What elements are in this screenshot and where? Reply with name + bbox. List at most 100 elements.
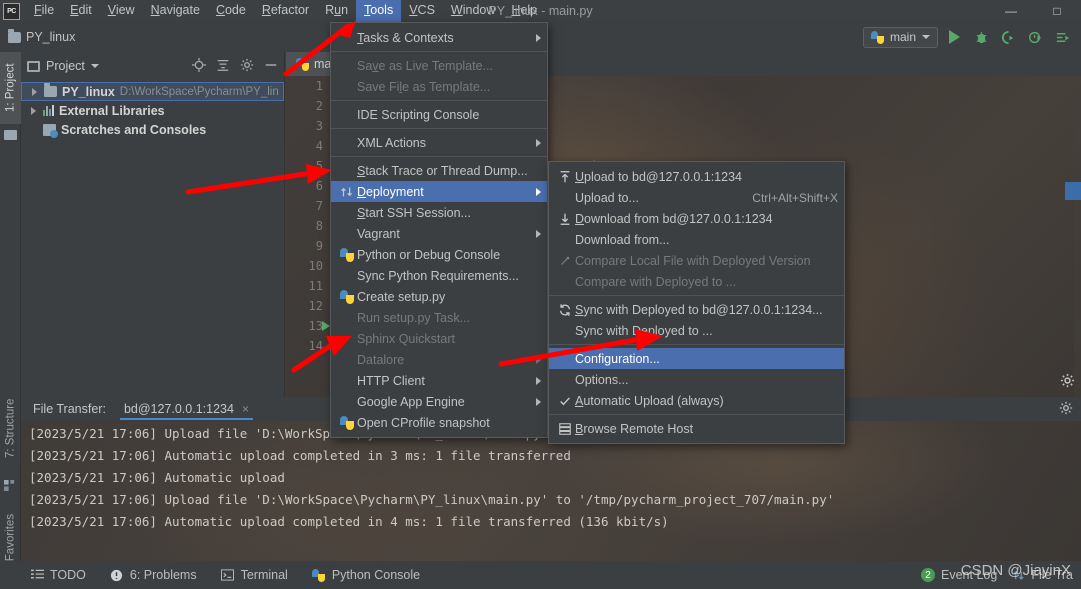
line-number: 8	[315, 219, 323, 233]
status-problems[interactable]: 6: Problems	[98, 568, 209, 582]
status-terminal[interactable]: Terminal	[209, 568, 300, 582]
menu-item-deployment[interactable]: Deployment	[331, 181, 547, 202]
remote-host-icon	[555, 422, 575, 436]
minimize-button[interactable]: —	[991, 0, 1031, 22]
deployment-submenu[interactable]: Upload to bd@127.0.0.1:1234 Upload to... C…	[548, 161, 845, 444]
menu-item-file[interactable]: File	[26, 0, 62, 22]
tree-node-scratches-and-consoles[interactable]: Scratches and Consoles	[21, 120, 284, 139]
menu-item-label: Tasks & Contexts	[357, 30, 454, 45]
menu-item-save-as-live-template: Save as Live Template...	[331, 55, 547, 76]
menu-item-view[interactable]: View	[100, 0, 143, 22]
python-setup-icon	[337, 289, 357, 304]
menu-item-sync-python-requirements[interactable]: Sync Python Requirements...	[331, 265, 547, 286]
debug-button[interactable]	[970, 26, 992, 48]
run-coverage-icon	[1001, 30, 1013, 44]
menu-item-sync-with-deployed-to[interactable]: Sync with Deployed to ...	[549, 320, 844, 341]
menu-item-label: Configuration...	[575, 351, 660, 366]
menu-item-label: Save as Live Template...	[357, 58, 493, 73]
menu-item-help[interactable]: Help	[503, 0, 545, 22]
sidebar-item-project[interactable]: 1: Project	[0, 52, 21, 124]
gear-icon[interactable]	[240, 58, 254, 75]
editor-scrollbar[interactable]	[1074, 76, 1081, 397]
menu-item-download-from[interactable]: Download from...	[549, 229, 844, 250]
python-icon	[337, 247, 357, 262]
upload-icon	[555, 170, 575, 184]
run-configuration-selector[interactable]: main	[862, 26, 938, 48]
sidebar-item-structure[interactable]: 7: Structure	[0, 382, 21, 474]
menu-item-create-setup-py[interactable]: Create setup.py	[331, 286, 547, 307]
menu-item-ide-scripting-console[interactable]: IDE Scripting Console	[331, 104, 547, 125]
line-number: 14	[308, 339, 323, 353]
gear-icon[interactable]	[1059, 401, 1073, 418]
collapse-all-icon[interactable]	[216, 58, 230, 75]
line-number: 3	[315, 119, 323, 133]
line-number: 7	[315, 199, 323, 213]
maximize-button[interactable]: □	[1037, 0, 1077, 22]
menu-item-label: Upload to bd@127.0.0.1:1234	[575, 169, 742, 184]
run-coverage-button[interactable]	[997, 26, 1019, 48]
menu-item-refactor[interactable]: Refactor	[254, 0, 317, 22]
menu-item-label: Sync with Deployed to bd@127.0.0.1:1234.…	[575, 302, 823, 317]
submenu-arrow-icon	[536, 187, 541, 196]
menu-item-python-or-debug-console[interactable]: Python or Debug Console	[331, 244, 547, 265]
status-python-console[interactable]: Python Console	[300, 568, 432, 582]
menu-item-options[interactable]: Options...	[549, 369, 844, 390]
menu-item-upload-to[interactable]: Upload to... Ctrl+Alt+Shift+X	[549, 187, 844, 208]
menu-item-label: Python or Debug Console	[357, 247, 501, 262]
debug-icon	[976, 31, 986, 43]
hide-panel-icon[interactable]	[264, 58, 278, 75]
status-todo[interactable]: TODO	[0, 568, 98, 582]
menu-item-sync-with-deployed-to-bd-127-0-0-1-1234[interactable]: Sync with Deployed to bd@127.0.0.1:1234.…	[549, 299, 844, 320]
expand-arrow-icon[interactable]	[31, 106, 36, 115]
editor-scrollbar-marker[interactable]	[1065, 182, 1081, 200]
tree-node-py-linux[interactable]: PY_linux D:\WorkSpace\Pycharm\PY_lin	[21, 82, 284, 101]
menu-item-tools[interactable]: Tools	[356, 0, 402, 22]
menu-item-stack-trace-or-thread-dump[interactable]: Stack Trace or Thread Dump...	[331, 160, 547, 181]
menu-item-automatic-upload-always[interactable]: Automatic Upload (always)	[549, 390, 844, 411]
run-gutter-icon[interactable]	[322, 321, 330, 331]
minimize-icon: —	[1005, 4, 1017, 18]
tree-node-external-libraries[interactable]: External Libraries	[21, 101, 284, 120]
menu-item-vagrant[interactable]: Vagrant	[331, 223, 547, 244]
menu-item-vcs[interactable]: VCS	[401, 0, 443, 22]
close-icon[interactable]: ×	[242, 402, 249, 416]
folder-icon	[8, 28, 21, 43]
menu-item-tasks-contexts[interactable]: Tasks & Contexts	[331, 27, 547, 48]
expand-arrow-icon[interactable]	[32, 87, 37, 96]
tools-menu[interactable]: Tasks & Contexts Save as Live Template...…	[330, 22, 548, 438]
menu-item-label: Options...	[575, 372, 629, 387]
menu-item-upload-to-bd-127-0-0-1-1234[interactable]: Upload to bd@127.0.0.1:1234	[549, 166, 844, 187]
menu-item-configuration[interactable]: Configuration...	[549, 348, 844, 369]
menu-item-code[interactable]: Code	[208, 0, 254, 22]
project-tool-window: Project PY_linux D:\WorkSpace\Pycharm\PY_…	[21, 52, 285, 397]
menu-item-window[interactable]: Window	[443, 0, 503, 22]
menu-item-label: IDE Scripting Console	[357, 107, 480, 122]
editor-settings-icon[interactable]	[1060, 373, 1075, 391]
menu-item-open-cprofile-snapshot[interactable]: Open CProfile snapshot	[331, 412, 547, 433]
maximize-icon: □	[1053, 4, 1061, 18]
menu-item-http-client[interactable]: HTTP Client	[331, 370, 547, 391]
menu-item-google-app-engine[interactable]: Google App Engine	[331, 391, 547, 412]
menu-item-xml-actions[interactable]: XML Actions	[331, 132, 547, 153]
menu-item-run[interactable]: Run	[317, 0, 356, 22]
menu-item-label: Download from...	[575, 232, 670, 247]
run-button[interactable]	[943, 26, 965, 48]
run-with-args-button[interactable]	[1051, 26, 1073, 48]
menu-item-label: Automatic Upload (always)	[575, 393, 724, 408]
log-line: [2023/5/21 17:06] Automatic upload compl…	[29, 514, 669, 529]
status-file-transfer[interactable]: File Tra	[1011, 568, 1073, 582]
menu-item-browse-remote-host[interactable]: Browse Remote Host	[549, 418, 844, 439]
chevron-down-icon[interactable]	[90, 64, 99, 68]
locate-icon[interactable]	[192, 57, 206, 75]
file-transfer-tab[interactable]: bd@127.0.0.1:1234 ×	[119, 399, 253, 420]
menu-item-download-from-bd-127-0-0-1-1234[interactable]: Download from bd@127.0.0.1:1234	[549, 208, 844, 229]
menu-item-label: Google App Engine	[357, 394, 465, 409]
menu-item-edit[interactable]: Edit	[62, 0, 100, 22]
menu-item-navigate[interactable]: Navigate	[143, 0, 208, 22]
menu-item-sphinx-quickstart: Sphinx Quickstart	[331, 328, 547, 349]
breadcrumb[interactable]: PY_linux	[8, 28, 75, 44]
status-event-log[interactable]: 2 Event Log	[921, 568, 997, 582]
menu-item-start-ssh-session[interactable]: Start SSH Session...	[331, 202, 547, 223]
menu-item-label: HTTP Client	[357, 373, 425, 388]
profile-button[interactable]	[1024, 26, 1046, 48]
